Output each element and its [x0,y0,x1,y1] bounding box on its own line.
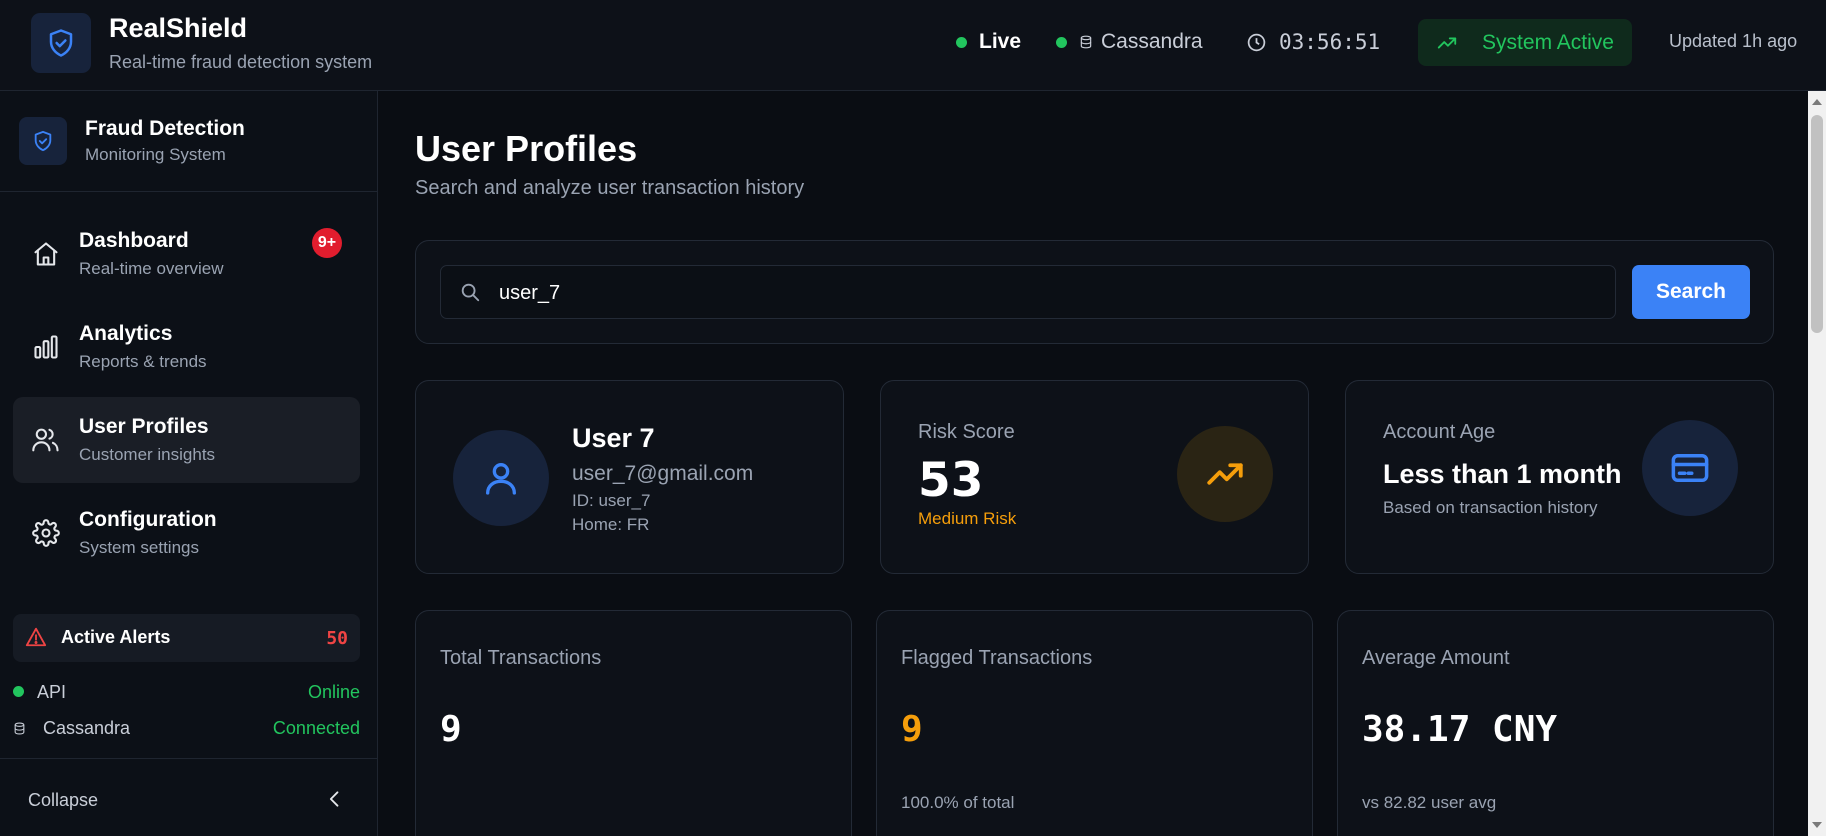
user-id: ID: user_7 [572,491,651,510]
stat-label: Flagged Transactions [901,647,1093,669]
sidebar-item-desc: System settings [79,538,199,557]
clock-icon [1246,32,1267,53]
cassandra-status-row: Cassandra Connected [13,716,360,740]
shield-check-icon [31,13,91,73]
alert-triangle-icon [25,626,47,653]
stat-value: 9 [440,709,462,750]
search-input[interactable] [499,274,1599,312]
collapse-label[interactable]: Collapse [28,790,98,811]
risk-score-value: 53 [918,453,984,508]
user-name: User 7 [572,423,655,453]
stat-card-flagged-transactions: Flagged Transactions 9 100.0% of total [876,610,1313,836]
page-subtitle: Search and analyze user transaction hist… [415,177,805,199]
database-icon [13,720,26,741]
search-icon [459,281,481,308]
api-status-row: API Online [13,680,360,704]
system-status-label: System Active [1482,30,1614,54]
sidebar: Fraud Detection Monitoring System Dashbo… [0,91,378,836]
sidebar-item-analytics[interactable]: Analytics Reports & trends [13,304,360,390]
risk-level: Medium Risk [918,509,1017,528]
sidebar-item-label: Analytics [79,322,173,345]
user-home: Home: FR [572,515,650,534]
stat-value: 9 [901,709,923,750]
stat-card-total-transactions: Total Transactions 9 [415,610,852,836]
stat-label: Average Amount [1362,647,1510,669]
notification-badge: 9+ [312,228,342,258]
sidebar-subtitle: Monitoring System [85,145,226,164]
sidebar-item-label: Dashboard [79,229,189,252]
account-age-note: Based on transaction history [1383,498,1598,517]
risk-score-card: Risk Score 53 Medium Risk [880,380,1309,574]
database-icon [1079,34,1093,50]
last-updated: Updated 1h ago [1669,31,1798,51]
search-panel: Search [415,240,1774,344]
status-dot [13,686,24,697]
account-age-card: Account Age Less than 1 month Based on t… [1345,380,1774,574]
scrollbar-thumb[interactable] [1811,115,1823,333]
sidebar-item-label: User Profiles [79,415,209,438]
account-age-label: Account Age [1383,421,1496,443]
credit-card-icon [1642,420,1738,516]
scroll-up-arrow[interactable] [1812,99,1822,105]
clock-time: 03:56:51 [1279,30,1381,54]
user-email: user_7@gmail.com [572,462,754,485]
risk-label: Risk Score [918,421,1015,443]
scroll-down-arrow[interactable] [1812,822,1822,828]
db-indicator: Cassandra [1056,29,1203,55]
sidebar-title: Fraud Detection [85,117,245,140]
sidebar-item-configuration[interactable]: Configuration System settings [13,490,360,576]
stat-note: vs 82.82 user avg [1362,793,1497,812]
status-value: Online [307,682,360,702]
shield-check-icon [19,117,67,165]
top-header: RealShield Real-time fraud detection sys… [0,0,1826,91]
sidebar-header: Fraud Detection Monitoring System [0,91,377,192]
bar-chart-icon [30,331,62,363]
stat-note: 100.0% of total [901,793,1015,812]
sidebar-item-user-profiles[interactable]: User Profiles Customer insights [13,397,360,483]
alerts-label: Active Alerts [61,627,171,647]
trending-up-icon [1177,426,1273,522]
system-status-badge: System Active [1418,19,1632,66]
clock: 03:56:51 [1246,29,1380,55]
sidebar-item-desc: Reports & trends [79,352,207,371]
divider [0,758,377,759]
live-label: Live [979,30,1022,53]
status-name: API [37,682,67,702]
scrollbar[interactable] [1808,91,1826,836]
sidebar-item-desc: Real-time overview [79,259,224,278]
user-info-card: User 7 user_7@gmail.com ID: user_7 Home:… [415,380,844,574]
sidebar-item-dashboard[interactable]: Dashboard Real-time overview 9+ [13,211,360,297]
page-title: User Profiles [415,128,638,169]
stat-card-average-amount: Average Amount 38.17 CNY vs 82.82 user a… [1337,610,1774,836]
gear-icon [30,517,62,549]
live-indicator: Live [956,29,1021,55]
status-dot [1056,36,1067,48]
alerts-count: 50 [326,628,348,649]
user-icon [453,430,549,526]
db-label: Cassandra [1101,30,1203,53]
stat-label: Total Transactions [440,647,602,669]
sidebar-item-label: Configuration [79,508,217,531]
chevron-left-icon[interactable] [322,786,348,812]
trending-up-icon [1436,32,1470,54]
search-button[interactable]: Search [1632,265,1750,319]
status-dot [956,36,967,48]
app-subtitle: Real-time fraud detection system [109,52,373,72]
stat-value: 38.17 CNY [1362,709,1558,750]
account-age-value: Less than 1 month [1383,459,1622,489]
users-icon [30,424,62,456]
sidebar-item-desc: Customer insights [79,445,216,464]
active-alerts-item[interactable]: Active Alerts 50 [13,614,360,662]
search-field[interactable] [440,265,1616,319]
status-value: Connected [272,718,360,738]
status-name: Cassandra [43,718,131,738]
app-title: RealShield [109,13,248,43]
home-icon [30,238,62,270]
